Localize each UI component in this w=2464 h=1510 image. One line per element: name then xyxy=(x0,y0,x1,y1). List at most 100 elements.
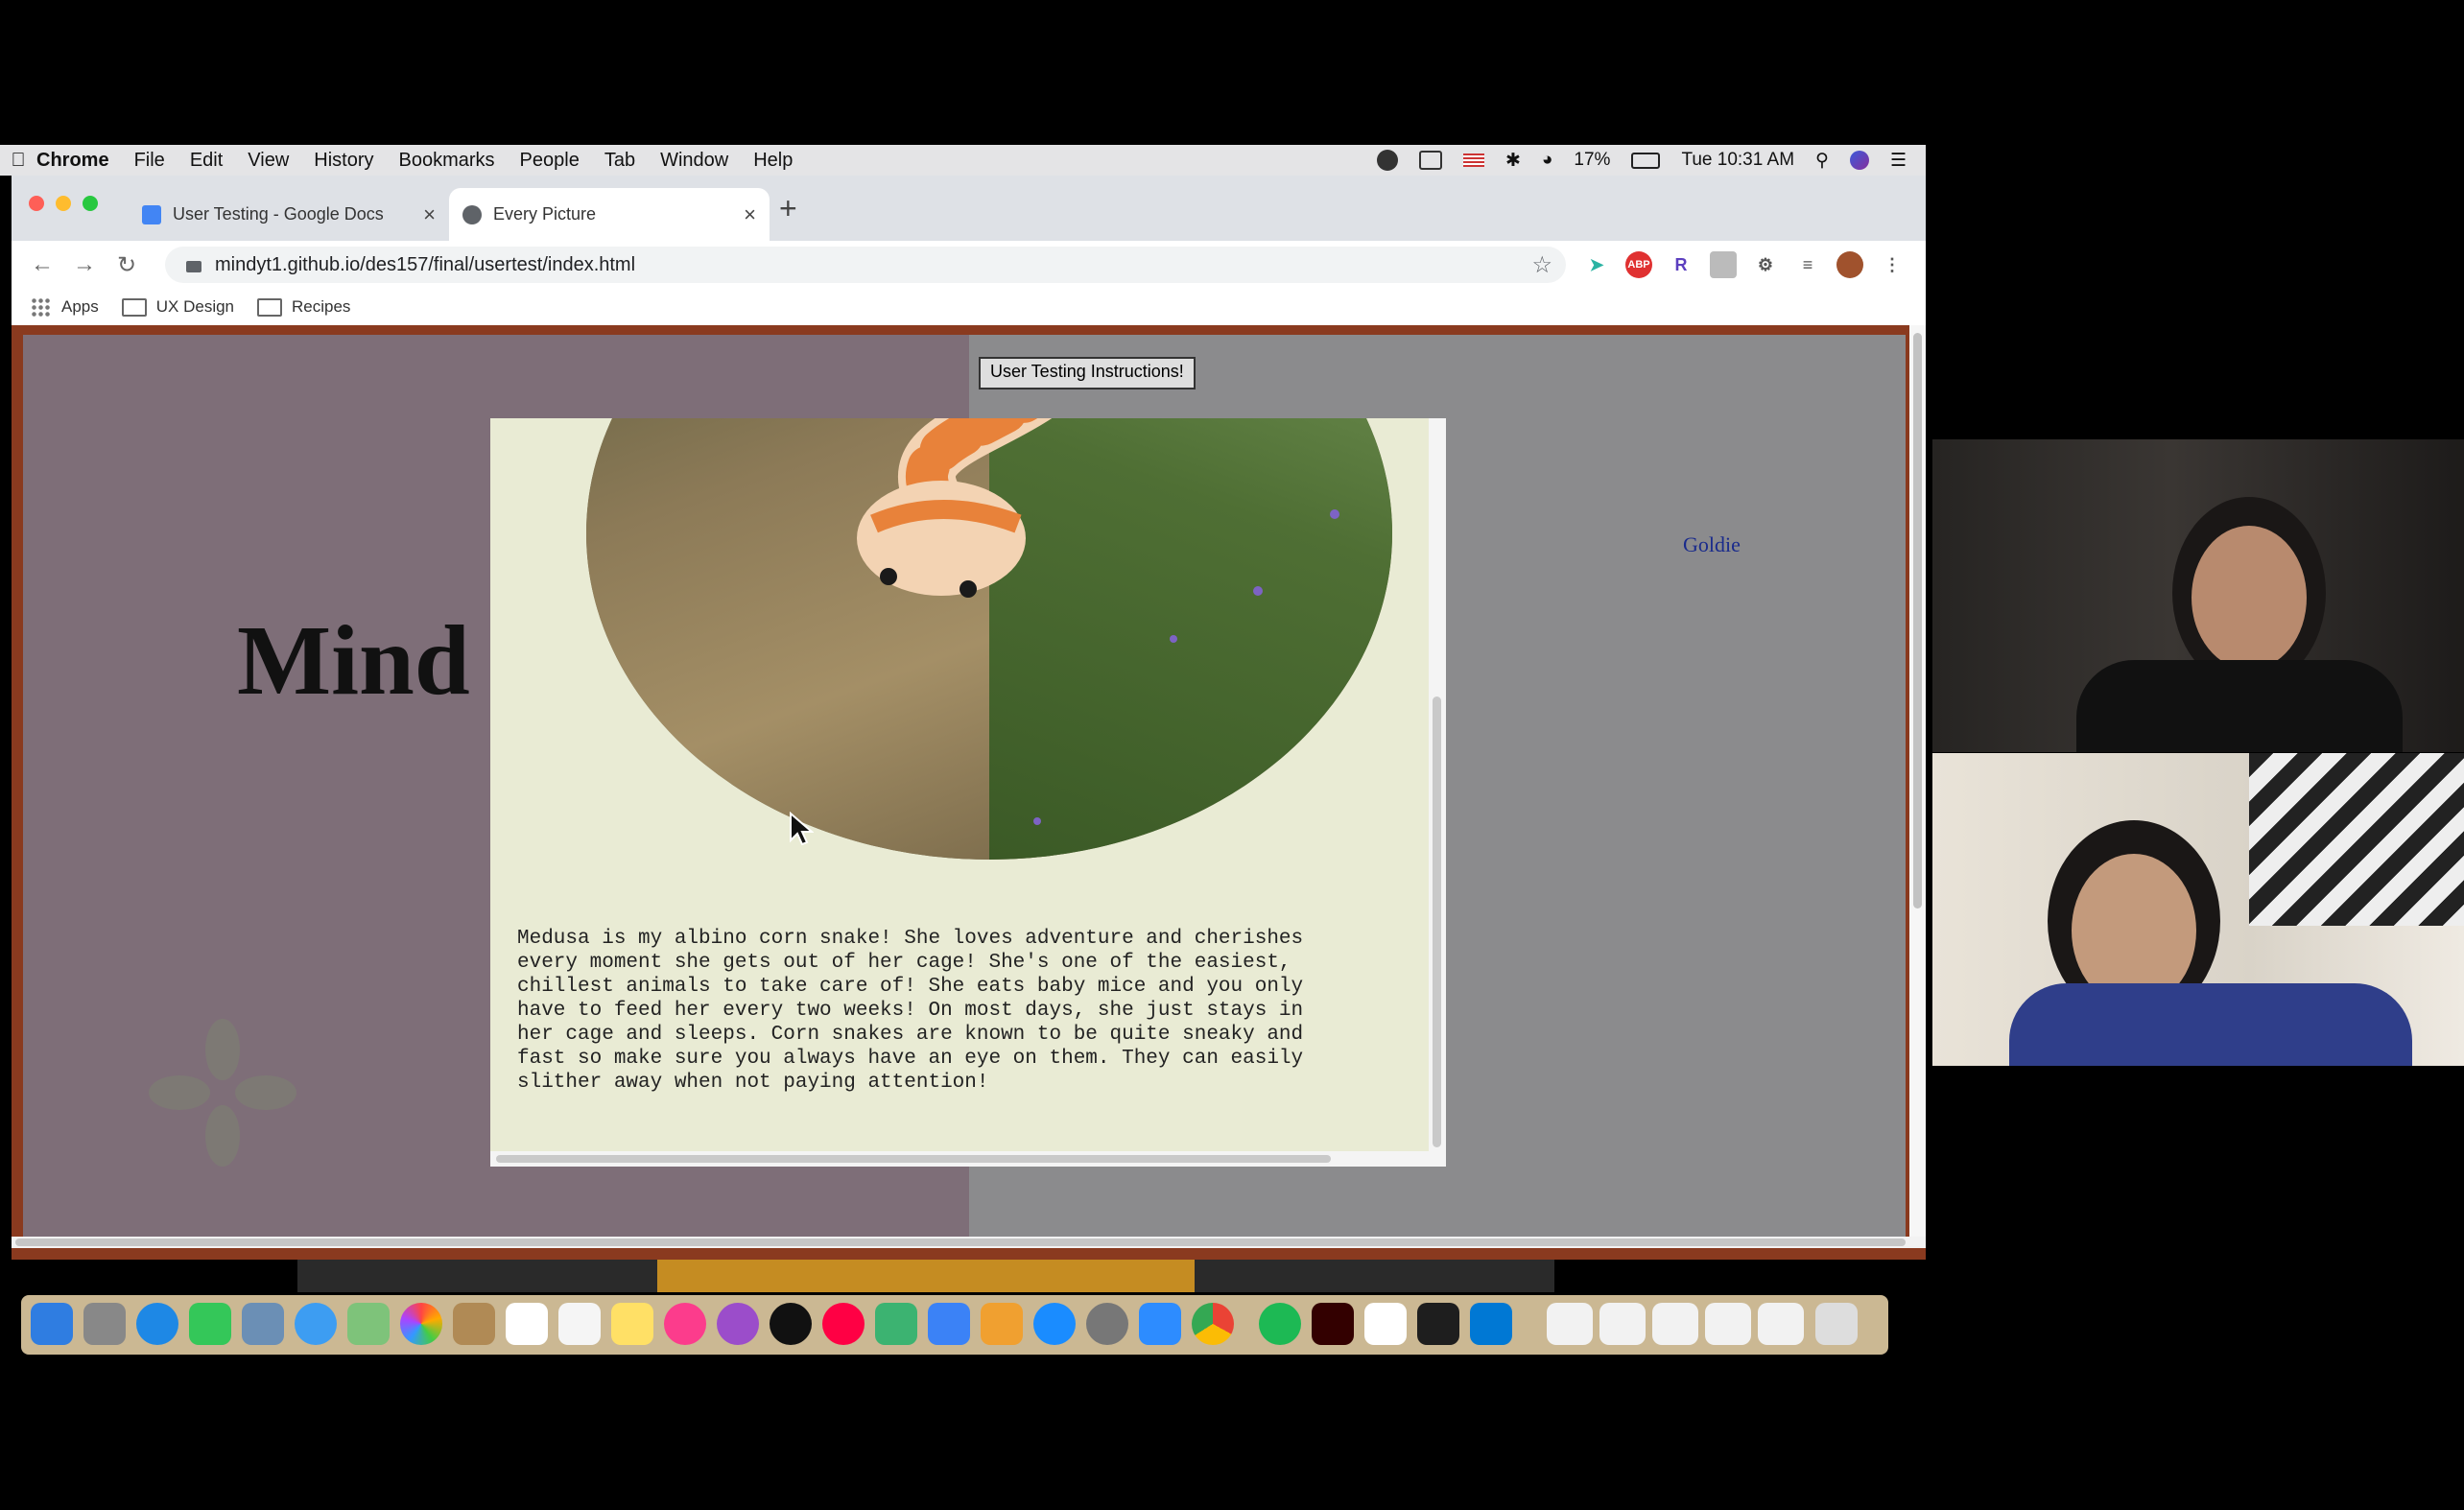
photos-icon[interactable] xyxy=(400,1303,442,1345)
chrome-icon[interactable] xyxy=(1192,1303,1234,1345)
pages-icon[interactable] xyxy=(981,1303,1023,1345)
launchpad-icon[interactable] xyxy=(83,1303,126,1345)
menubar-clock[interactable]: Tue 10:31 AM xyxy=(1681,150,1794,171)
siri-icon[interactable] xyxy=(1849,151,1869,170)
news-icon[interactable] xyxy=(822,1303,865,1345)
app-store-icon[interactable] xyxy=(1033,1303,1076,1345)
mail-icon[interactable] xyxy=(242,1303,284,1345)
extensions-puzzle-icon[interactable]: ⚙ xyxy=(1752,251,1779,278)
profile-avatar[interactable] xyxy=(1836,251,1863,278)
maps-icon[interactable] xyxy=(347,1303,390,1345)
keynote-icon[interactable] xyxy=(928,1303,970,1345)
slack-icon[interactable] xyxy=(1364,1303,1407,1345)
bookmark-recipes[interactable]: Recipes xyxy=(257,297,350,317)
music-icon[interactable] xyxy=(664,1303,706,1345)
menu-window[interactable]: Window xyxy=(660,150,728,172)
menu-app-name[interactable]: Chrome xyxy=(36,150,109,172)
video-tile-participant-2[interactable] xyxy=(1932,753,2464,1066)
mouse-cursor-icon xyxy=(789,811,815,851)
tab-google-docs[interactable]: User Testing - Google Docs × xyxy=(129,188,449,241)
video-tile-participant-1[interactable] xyxy=(1932,439,2464,752)
numbers-icon[interactable] xyxy=(875,1303,917,1345)
globe-icon xyxy=(462,204,482,224)
google-docs-icon xyxy=(142,204,161,224)
figma-icon[interactable] xyxy=(1417,1303,1459,1345)
bookmark-ux-design[interactable]: UX Design xyxy=(121,297,234,317)
forward-button[interactable]: → xyxy=(63,251,106,278)
folder-icon xyxy=(257,297,283,317)
back-button[interactable]: ← xyxy=(21,251,63,278)
modal-horizontal-scrollbar[interactable] xyxy=(490,1151,1446,1167)
trash-icon[interactable] xyxy=(1815,1303,1858,1345)
notification-center-icon[interactable]: ☰ xyxy=(1890,150,1907,172)
snake-illustration xyxy=(857,418,1339,825)
tab-close-icon[interactable]: × xyxy=(423,202,436,227)
us-flag-icon[interactable] xyxy=(1463,153,1484,167)
illustrator-icon[interactable] xyxy=(1312,1303,1354,1345)
address-bar[interactable]: mindyt1.github.io/des157/final/usertest/… xyxy=(165,247,1566,283)
menu-people[interactable]: People xyxy=(520,150,580,172)
apple-menu-icon[interactable]:  xyxy=(0,150,36,172)
pet-modal[interactable]: Medusa is my albino corn snake! She love… xyxy=(490,418,1446,1167)
podcasts-icon[interactable] xyxy=(717,1303,759,1345)
minimized-window-3[interactable] xyxy=(1652,1303,1698,1345)
reload-button[interactable]: ↻ xyxy=(106,251,148,279)
adblock-icon[interactable]: ABP xyxy=(1625,251,1652,278)
system-preferences-icon[interactable] xyxy=(1086,1303,1128,1345)
page-vertical-scrollbar[interactable] xyxy=(1909,325,1926,1237)
user-testing-instructions-button[interactable]: User Testing Instructions! xyxy=(979,357,1196,389)
menu-edit[interactable]: Edit xyxy=(190,150,223,172)
reminders-icon[interactable] xyxy=(558,1303,601,1345)
facetime-icon[interactable] xyxy=(189,1303,231,1345)
window-zoom-button[interactable] xyxy=(83,196,98,211)
tab-every-picture[interactable]: Every Picture × xyxy=(449,188,770,241)
reading-list-icon[interactable]: ≡ xyxy=(1794,251,1821,278)
display-icon[interactable] xyxy=(1419,151,1442,170)
notes-icon[interactable] xyxy=(611,1303,653,1345)
new-tab-button[interactable]: + xyxy=(779,193,797,224)
safari-icon[interactable] xyxy=(136,1303,178,1345)
minimized-window-2[interactable] xyxy=(1599,1303,1646,1345)
extension-feedly-icon[interactable]: ➤ xyxy=(1583,251,1610,278)
minimized-window-5[interactable] xyxy=(1758,1303,1804,1345)
bookmark-label: Recipes xyxy=(292,297,351,316)
bluetooth-icon[interactable]: ✱ xyxy=(1505,150,1521,172)
menu-help[interactable]: Help xyxy=(753,150,793,172)
modal-vertical-scrollbar[interactable] xyxy=(1429,418,1446,1167)
spotlight-search-icon[interactable]: ⚲ xyxy=(1815,150,1829,172)
lock-icon[interactable] xyxy=(186,261,201,272)
bookmark-apps[interactable]: Apps xyxy=(31,297,99,317)
wifi-icon[interactable]: ◕ xyxy=(1542,150,1552,171)
desktop-window-strip xyxy=(297,1260,1554,1292)
nav-link-goldie[interactable]: Goldie xyxy=(1683,532,1741,557)
window-minimize-button[interactable] xyxy=(56,196,71,211)
menu-tab[interactable]: Tab xyxy=(604,150,635,172)
window-close-button[interactable] xyxy=(29,196,44,211)
screen-record-icon[interactable] xyxy=(1377,150,1398,171)
extension-gray-icon[interactable] xyxy=(1710,251,1737,278)
menu-history[interactable]: History xyxy=(314,150,373,172)
extension-r-icon[interactable]: R xyxy=(1668,251,1694,278)
finder-icon[interactable] xyxy=(31,1303,73,1345)
tab-close-icon[interactable]: × xyxy=(744,202,756,227)
wall-art xyxy=(2249,753,2464,926)
contacts-icon[interactable] xyxy=(453,1303,495,1345)
calendar-icon[interactable] xyxy=(506,1303,548,1345)
menu-view[interactable]: View xyxy=(248,150,289,172)
menu-bookmarks[interactable]: Bookmarks xyxy=(399,150,495,172)
vscode-icon[interactable] xyxy=(1470,1303,1512,1345)
zoom-icon[interactable] xyxy=(1139,1303,1181,1345)
page-horizontal-scrollbar[interactable] xyxy=(12,1237,1926,1248)
browser-toolbar: ← → ↻ mindyt1.github.io/des157/final/use… xyxy=(12,241,1926,289)
chrome-menu-icon[interactable]: ⋮ xyxy=(1879,251,1906,278)
bookmarks-bar: Apps UX Design Recipes xyxy=(12,289,1926,326)
menu-file[interactable]: File xyxy=(134,150,165,172)
spotify-icon[interactable] xyxy=(1259,1303,1301,1345)
bookmark-star-icon[interactable]: ☆ xyxy=(1531,251,1552,279)
minimized-window-1[interactable] xyxy=(1547,1303,1593,1345)
messages-icon[interactable] xyxy=(295,1303,337,1345)
minimized-window-4[interactable] xyxy=(1705,1303,1751,1345)
apple-tv-icon[interactable] xyxy=(770,1303,812,1345)
battery-percent[interactable]: 17% xyxy=(1574,150,1610,171)
url-text: mindyt1.github.io/des157/final/usertest/… xyxy=(215,253,636,275)
